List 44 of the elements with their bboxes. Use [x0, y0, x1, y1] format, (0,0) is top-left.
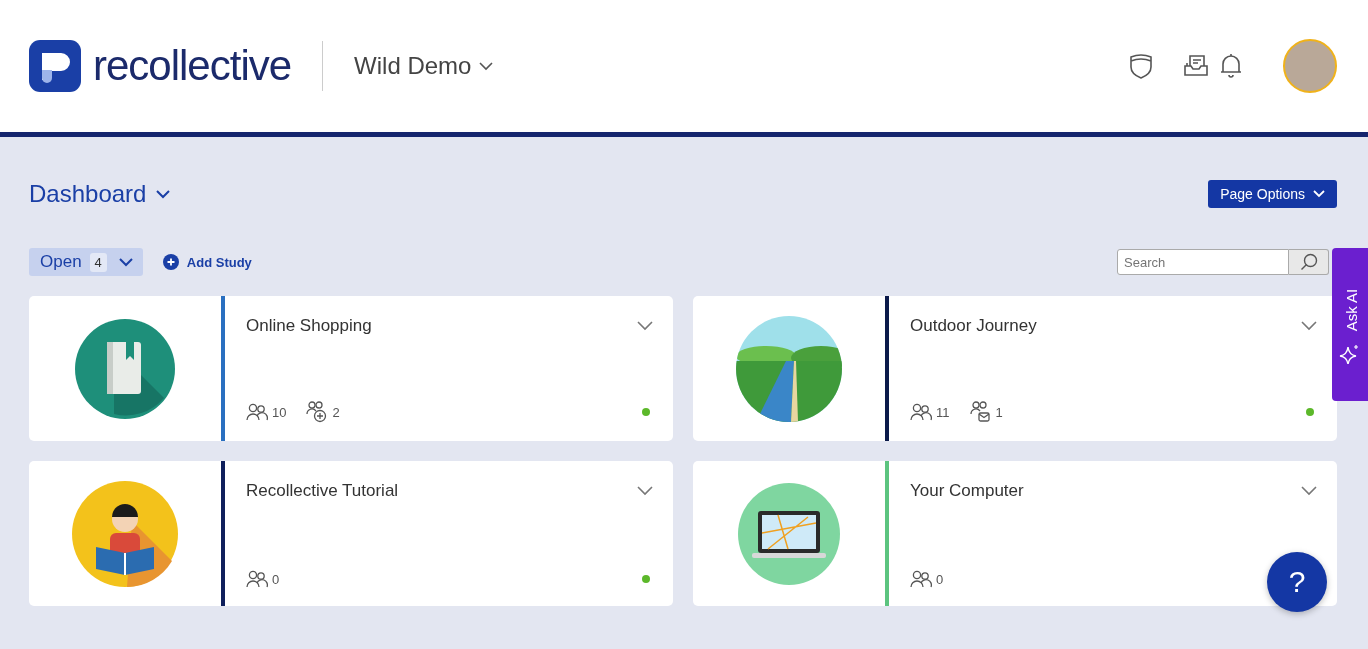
search-button[interactable]	[1289, 249, 1329, 275]
study-title[interactable]: Outdoor Journey	[910, 316, 1037, 336]
inbox-icon[interactable]	[1183, 54, 1209, 78]
bell-icon[interactable]	[1219, 53, 1243, 79]
study-title[interactable]: Your Computer	[910, 481, 1024, 501]
chevron-down-icon	[118, 257, 133, 267]
workspace-dropdown[interactable]: Wild Demo	[354, 52, 494, 80]
logo-text[interactable]: recollective	[93, 42, 292, 90]
study-title[interactable]: Recollective Tutorial	[246, 481, 399, 501]
sparkle-icon	[1339, 342, 1361, 365]
chevron-down-icon	[1313, 190, 1325, 198]
shield-icon[interactable]	[1129, 53, 1153, 79]
study-title[interactable]: Online Shopping	[246, 316, 372, 336]
page-options-button[interactable]: Page Options	[1208, 180, 1337, 208]
chevron-down-icon[interactable]	[637, 486, 653, 496]
study-card[interactable]: Recollective Tutorial 0	[29, 461, 673, 606]
add-study-button[interactable]: Add Study	[162, 254, 252, 270]
stat-count: 1	[995, 404, 1003, 420]
people-icon	[910, 570, 932, 588]
study-card[interactable]: Online Shopping 10 2	[29, 296, 673, 441]
chevron-down-icon	[479, 61, 494, 71]
dashboard-dropdown[interactable]: Dashboard	[29, 180, 171, 208]
people-icon	[246, 403, 268, 421]
people-mail-icon	[969, 401, 992, 423]
stat-count: 0	[272, 571, 280, 587]
logo-icon[interactable]	[29, 40, 81, 92]
chevron-down-icon[interactable]	[637, 321, 653, 331]
chevron-down-icon	[156, 189, 171, 199]
status-filter-dropdown[interactable]: Open 4	[29, 248, 143, 276]
chevron-down-icon[interactable]	[1301, 321, 1317, 331]
stat-count: 2	[332, 404, 340, 420]
search-icon	[1299, 253, 1318, 271]
chevron-down-icon[interactable]	[1301, 486, 1317, 496]
study-card[interactable]: Outdoor Journey 11 1	[693, 296, 1337, 441]
stat-count: 10	[272, 404, 287, 420]
stat-count: 11	[936, 404, 950, 420]
people-plus-icon	[306, 401, 329, 423]
people-icon	[246, 570, 268, 588]
people-icon	[910, 403, 932, 421]
stat-count: 0	[936, 571, 944, 587]
count-badge: 4	[89, 252, 107, 272]
ask-ai-tab[interactable]: Ask AI	[1332, 248, 1368, 401]
search-field[interactable]: Search	[1117, 249, 1289, 275]
plus-circle-icon	[162, 254, 179, 270]
